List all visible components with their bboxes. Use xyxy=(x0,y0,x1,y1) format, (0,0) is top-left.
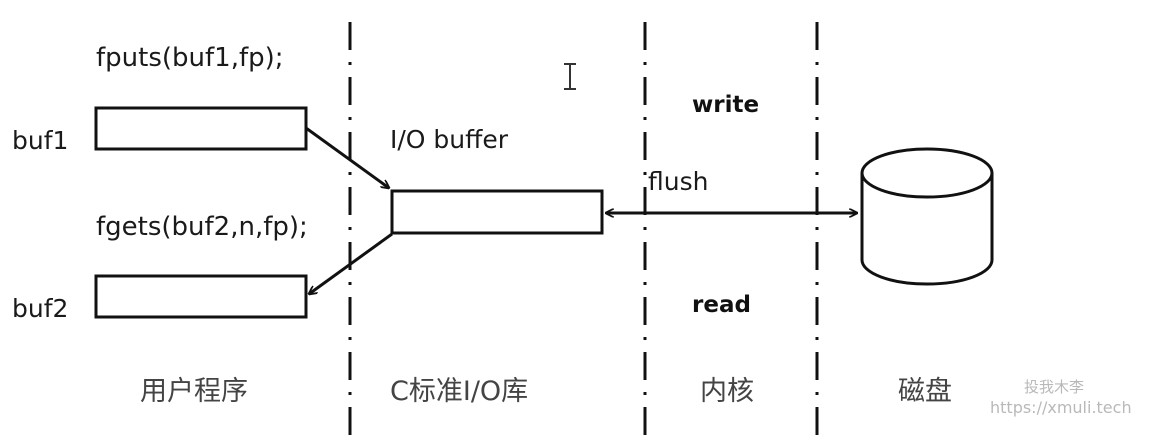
read-label: read xyxy=(692,292,751,318)
zone-label-disk: 磁盘 xyxy=(898,376,952,407)
zone-label-kernel: 内核 xyxy=(700,376,754,407)
buf2-box xyxy=(94,274,308,319)
io-buffer-box xyxy=(390,189,604,235)
watermark-title: 投我木李 xyxy=(1024,378,1084,396)
zone-label-user-program: 用户程序 xyxy=(140,376,248,407)
fputs-call-text: fputs(buf1,fp); xyxy=(96,43,284,73)
buf2-label: buf2 xyxy=(12,294,68,323)
write-label: write xyxy=(692,92,759,118)
flush-label: flush xyxy=(648,167,708,196)
arrow-buf1-to-io-buffer xyxy=(305,126,389,188)
io-buffer-diagram: fputs(buf1,fp); fgets(buf2,n,fp); buf1 b… xyxy=(12,22,1132,440)
disk-cylinder-icon xyxy=(860,147,994,286)
io-buffer-label: I/O buffer xyxy=(390,125,509,154)
fgets-call-text: fgets(buf2,n,fp); xyxy=(96,212,308,242)
text-cursor-icon xyxy=(564,63,576,90)
zone-label-c-stdio-lib: C标准I/O库 xyxy=(390,376,528,407)
watermark-url: https://xmuli.tech xyxy=(990,398,1132,417)
buf1-box xyxy=(94,106,308,151)
buf1-label: buf1 xyxy=(12,126,68,155)
